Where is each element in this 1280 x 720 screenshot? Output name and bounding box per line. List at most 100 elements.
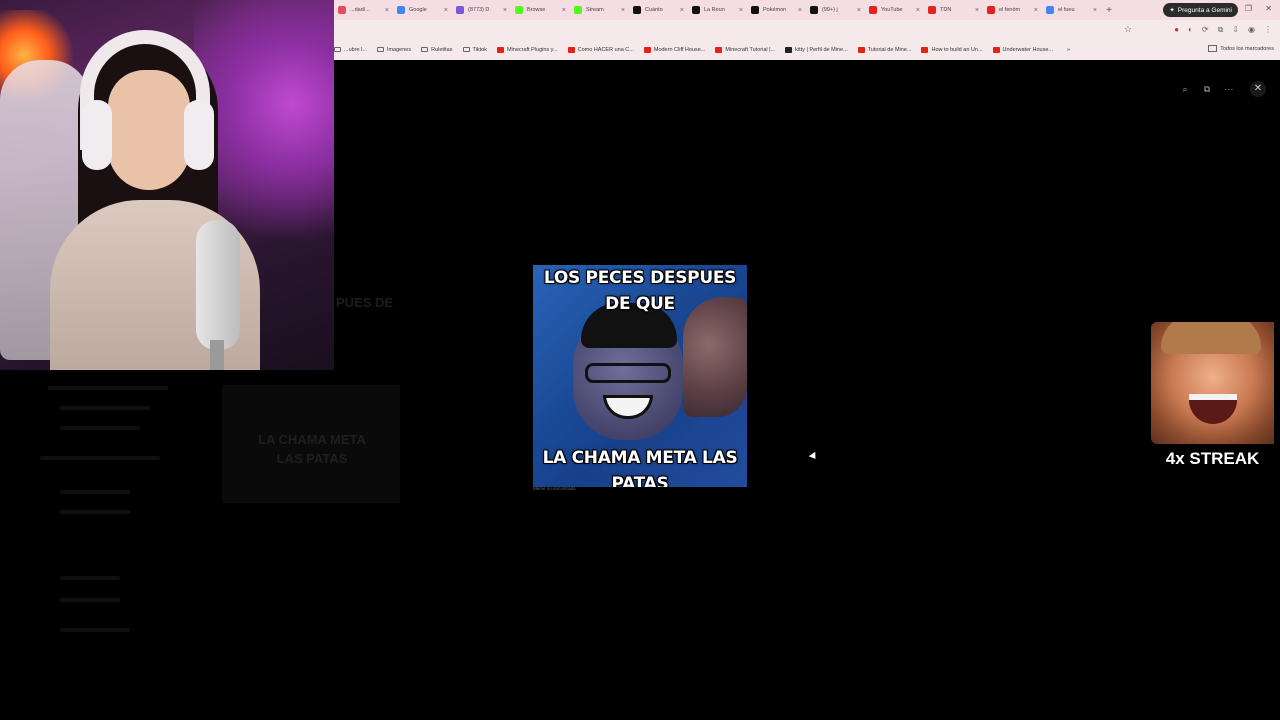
browser-tab[interactable]: el fueu × xyxy=(1042,0,1101,20)
bookmark-label: Imagenes xyxy=(386,46,412,53)
bookmark-item[interactable]: Underwater House... xyxy=(992,46,1053,53)
tab-close-icon[interactable]: × xyxy=(503,7,507,14)
bookmarks-overflow-icon[interactable]: » xyxy=(1067,47,1070,53)
bookmark-item[interactable]: Tiktok xyxy=(462,46,487,53)
tab-label: el fueu xyxy=(1058,7,1075,13)
tab-close-icon[interactable]: × xyxy=(444,7,448,14)
bookmark-item[interactable]: ...ubre l... xyxy=(334,47,367,53)
tab-label: Cuánto xyxy=(645,7,663,13)
gemini-button[interactable]: ✦ Pregunta a Gemini xyxy=(1163,3,1238,17)
dim-line xyxy=(60,406,150,410)
bookmark-label: Como HACER una C... xyxy=(577,46,634,53)
bookmark-item[interactable]: Imagenes xyxy=(376,46,412,53)
microphone xyxy=(196,220,240,350)
opera-icon[interactable]: ● xyxy=(1174,25,1179,35)
bookmark-label: Minecraft Tutorial |... xyxy=(725,46,776,53)
dim-line xyxy=(40,456,160,460)
bookmark-label: Modern Cliff House... xyxy=(653,46,706,53)
tab-close-icon[interactable]: × xyxy=(857,7,861,14)
tab-close-icon[interactable]: × xyxy=(1034,7,1038,14)
browser-tab[interactable]: ...dad/... × xyxy=(334,0,393,20)
bookmark-star-icon[interactable]: ☆ xyxy=(1124,24,1132,35)
dimmed-meme-peek: PUES DE xyxy=(336,295,394,310)
viewer-toolbar: ⌕ ⧉ ··· ✕ xyxy=(1178,81,1266,97)
extension-icons: ● ◐ ⟳ ⧉ ⇩ ◉ ⋮ xyxy=(1174,25,1272,35)
tab-close-icon[interactable]: × xyxy=(975,7,979,14)
browser-tab[interactable]: YouTube × xyxy=(865,0,924,20)
tab-label: La Reun xyxy=(704,7,725,13)
browser-tab[interactable]: Google × xyxy=(393,0,452,20)
tab-close-icon[interactable]: × xyxy=(739,7,743,14)
browser-tab[interactable]: La Reun × xyxy=(688,0,747,20)
webcam-overlay xyxy=(0,0,334,370)
bookmark-item[interactable]: Minecraft Plugins y... xyxy=(496,46,558,53)
open-external-icon[interactable]: ⧉ xyxy=(1200,82,1214,96)
tab-close-icon[interactable]: × xyxy=(385,7,389,14)
browser-tab[interactable]: (8773) D × xyxy=(452,0,511,20)
streak-alert-image xyxy=(1151,322,1274,444)
tab-close-icon[interactable]: × xyxy=(798,7,802,14)
youtube-icon xyxy=(715,46,723,53)
tab-label: Browse xyxy=(527,7,546,13)
bookmark-item[interactable]: Como HACER una C... xyxy=(567,46,634,53)
window-close-icon[interactable]: ✕ xyxy=(1265,4,1272,13)
profile-avatar-icon[interactable]: ◉ xyxy=(1248,25,1255,35)
folder-icon xyxy=(462,47,470,52)
streak-alert-text: 4x STREAK xyxy=(1165,449,1260,468)
bookmark-item[interactable]: Minecraft Tutorial |... xyxy=(715,46,776,53)
browser-tab[interactable]: TDN × xyxy=(924,0,983,20)
close-icon[interactable]: ✕ xyxy=(1250,81,1266,97)
browser-tab[interactable]: el fenóm × xyxy=(983,0,1042,20)
streak-face-hair xyxy=(1161,322,1261,354)
headset-earcup-left xyxy=(82,100,112,170)
puzzle-icon[interactable]: ⧉ xyxy=(1218,25,1224,35)
bookmark-item[interactable]: kitty | Perfil de Mine... xyxy=(785,46,848,53)
zoom-icon[interactable]: ⌕ xyxy=(1178,82,1192,96)
bookmark-label: Ruletitas xyxy=(431,46,453,53)
youtube-icon xyxy=(921,46,929,53)
bookmark-item[interactable]: Modern Cliff House... xyxy=(643,46,706,53)
tab-close-icon[interactable]: × xyxy=(680,7,684,14)
tab-close-icon[interactable]: × xyxy=(562,7,566,14)
meme-image[interactable]: LOS PECES DESPUES DE QUE LA CHAMA META L… xyxy=(533,265,747,487)
tab-close-icon[interactable]: × xyxy=(916,7,920,14)
tab-label: (99+) j xyxy=(822,7,838,13)
all-bookmarks[interactable]: Todos los marcadores xyxy=(1208,45,1274,52)
tab-label: Pokémon xyxy=(763,7,787,13)
tab-favicon-icon xyxy=(574,6,582,14)
bookmark-label: ...ubre l... xyxy=(344,46,367,53)
dimmed-meme-caption: LA CHAMA META LAS PATAS xyxy=(258,432,366,466)
browser-tab[interactable]: (99+) j × xyxy=(806,0,865,20)
meme-glasses xyxy=(585,363,671,383)
tab-favicon-icon xyxy=(751,6,759,14)
gemini-icon: ✦ xyxy=(1169,7,1175,14)
meme-bottom-caption: LA CHAMA META LAS PATAS xyxy=(542,448,738,487)
tab-label: Google xyxy=(409,7,427,13)
bookmark-label: Tiktok xyxy=(472,46,487,53)
dim-line xyxy=(60,628,130,632)
menu-icon[interactable]: ⋮ xyxy=(1264,25,1272,35)
streak-face-mouth xyxy=(1189,394,1237,424)
browser-tab[interactable]: Browse × xyxy=(511,0,570,20)
tab-close-icon[interactable]: × xyxy=(1093,7,1097,14)
more-icon[interactable]: ··· xyxy=(1222,82,1236,96)
bookmark-item[interactable]: Tutorial de Mine... xyxy=(857,46,911,53)
bookmark-item[interactable]: How to build an Un... xyxy=(921,46,983,53)
bookmark-item[interactable]: Ruletitas xyxy=(421,46,453,53)
new-tab-icon[interactable]: + xyxy=(1101,5,1117,16)
browser-tab[interactable]: Pokémon × xyxy=(747,0,806,20)
youtube-icon xyxy=(567,46,575,53)
dim-line xyxy=(60,510,130,514)
tab-favicon-icon xyxy=(692,6,700,14)
extension-icon[interactable]: ◐ xyxy=(1188,25,1193,35)
tab-favicon-icon xyxy=(397,6,405,14)
tab-label: (8773) D xyxy=(468,7,490,13)
youtube-icon xyxy=(496,46,504,53)
browser-tab[interactable]: Cuánto × xyxy=(629,0,688,20)
browser-tab[interactable]: Stream × xyxy=(570,0,629,20)
restore-icon[interactable]: ❐ xyxy=(1245,4,1252,13)
extension-icon[interactable]: ⟳ xyxy=(1202,25,1209,35)
downloads-icon[interactable]: ⇩ xyxy=(1232,25,1239,35)
tab-close-icon[interactable]: × xyxy=(621,7,625,14)
tab-favicon-icon xyxy=(869,6,877,14)
